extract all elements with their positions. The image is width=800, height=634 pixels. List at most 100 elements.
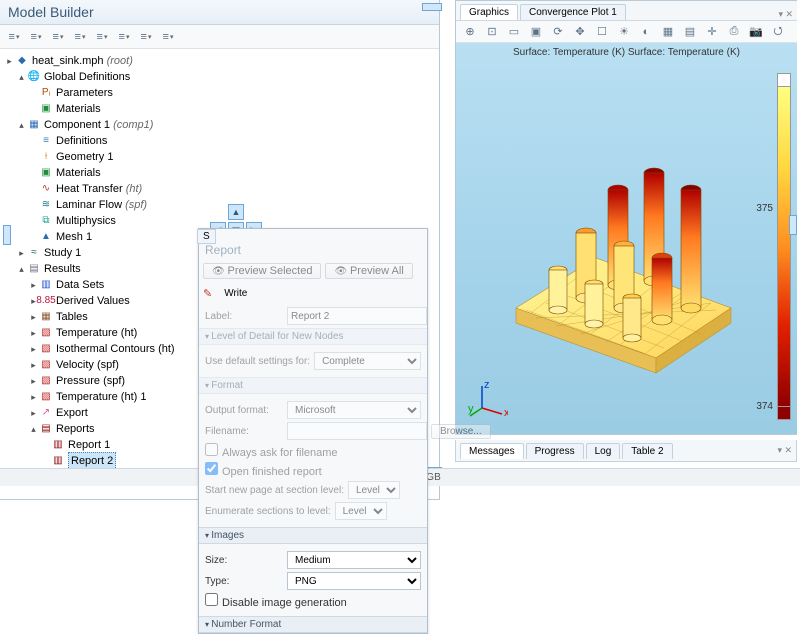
select-icon[interactable]: ☐	[592, 23, 612, 41]
tree-node[interactable]: ▴🌐Global Definitions	[4, 69, 439, 85]
tree-twisty[interactable]: ▸	[28, 357, 39, 373]
preview-selected-button[interactable]: 👁 Preview Selected	[203, 263, 321, 279]
pan-icon[interactable]: ✥	[570, 23, 590, 41]
help-button[interactable]: ≡	[158, 28, 178, 46]
type-label: Type:	[205, 576, 283, 587]
tree-node-icon: ▣	[39, 102, 53, 116]
section-images[interactable]: Images	[199, 527, 427, 544]
graphics-canvas[interactable]: Surface: Temperature (K) Surface: Temper…	[456, 43, 797, 434]
section-level-of-detail[interactable]: Level of Detail for New Nodes	[199, 328, 427, 345]
open-finished-checkbox[interactable]	[205, 462, 218, 475]
transp-icon[interactable]: ◐	[636, 23, 656, 41]
wire-icon[interactable]: ▦	[658, 23, 678, 41]
section-number-format[interactable]: Number Format	[199, 616, 427, 633]
tree-twisty[interactable]: ▸	[28, 405, 39, 421]
rotate-icon[interactable]: ⟳	[548, 23, 568, 41]
tree-node-icon: ▦	[27, 118, 41, 132]
output-format-select[interactable]: Microsoft	[287, 401, 421, 419]
zoom-extents-icon[interactable]: ⊡	[482, 23, 502, 41]
enumerate-label: Enumerate sections to level:	[205, 506, 331, 517]
panel-handle-right[interactable]	[789, 215, 797, 235]
tree-twisty[interactable]: ▸	[4, 53, 15, 69]
tree-node[interactable]: ∿Heat Transfer (ht)	[4, 181, 439, 197]
tree-node-label: Geometry 1	[56, 149, 113, 165]
graphics-tabs: Graphics Convergence Plot 1 ▾ ✕	[456, 1, 797, 21]
tree-twisty[interactable]: ▴	[16, 117, 27, 133]
tree-twisty[interactable]: ▴	[28, 421, 39, 437]
tree-twisty[interactable]: ▸	[28, 341, 39, 357]
nav-back-button[interactable]: ≡	[4, 28, 24, 46]
start-new-select[interactable]: Level	[348, 481, 400, 499]
camera-icon[interactable]: 📷	[746, 23, 766, 41]
filename-input[interactable]	[287, 422, 427, 440]
tree-node[interactable]: PᵢParameters	[4, 85, 439, 101]
tree-node-icon: ▤	[27, 262, 41, 276]
section-format[interactable]: Format	[199, 377, 427, 394]
tree-node-icon: ▧	[39, 342, 53, 356]
heatsink-render	[486, 98, 746, 378]
tab-convergence[interactable]: Convergence Plot 1	[520, 4, 626, 20]
disable-image-checkbox[interactable]	[205, 593, 218, 606]
tree-twisty[interactable]: ▴	[16, 261, 27, 277]
grid-icon[interactable]: ▤	[680, 23, 700, 41]
tree-node-label: Isothermal Contours (ht)	[56, 341, 175, 357]
tree-twisty[interactable]: ▸	[28, 309, 39, 325]
light-icon[interactable]: ☀	[614, 23, 634, 41]
panel-handle-top[interactable]	[422, 3, 442, 11]
enumerate-select[interactable]: Level	[335, 502, 387, 520]
tree-node-icon: ∿	[39, 182, 53, 196]
tree-node-icon: ↗	[39, 406, 53, 420]
tab-graphics[interactable]: Graphics	[460, 4, 518, 20]
filter-button[interactable]: ≡	[92, 28, 112, 46]
tree-twisty[interactable]: ▸	[28, 373, 39, 389]
tree-node[interactable]: ▣Materials	[4, 101, 439, 117]
tree-twisty[interactable]: ▸	[28, 389, 39, 405]
tree-node-icon: ▥	[39, 278, 53, 292]
tree-node-label: Temperature (ht)	[56, 325, 137, 341]
report-label-input[interactable]	[287, 307, 427, 325]
tree-twisty[interactable]: ▸	[28, 325, 39, 341]
zoom-in-icon[interactable]: ⊕	[460, 23, 480, 41]
tree-twisty[interactable]: ▸	[16, 245, 27, 261]
tree-node[interactable]: ≡Definitions	[4, 133, 439, 149]
tabs-menu-icon[interactable]: ▾ ✕	[774, 9, 797, 20]
filename-label: Filename:	[205, 426, 283, 437]
tree-node-label: Multiphysics	[56, 213, 116, 229]
dock-up[interactable]: ▲	[228, 204, 244, 220]
write-button[interactable]: Write	[216, 287, 255, 300]
panel-handle-left[interactable]	[3, 225, 11, 245]
tab-log[interactable]: Log	[586, 443, 621, 459]
tree-node[interactable]: ⟊Geometry 1	[4, 149, 439, 165]
tree-node-label: Derived Values	[56, 293, 130, 309]
expand-button[interactable]: ≡	[48, 28, 68, 46]
preview-all-button[interactable]: 👁 Preview All	[325, 263, 412, 279]
tree-node[interactable]: ▴▦Component 1 (comp1)	[4, 117, 439, 133]
tree-twisty[interactable]: ▸	[28, 277, 39, 293]
browse-button[interactable]: Browse...	[431, 424, 491, 439]
tab-table2[interactable]: Table 2	[622, 443, 672, 459]
tree-node-icon: 🌐	[27, 70, 41, 84]
collapse-button[interactable]: ≡	[114, 28, 134, 46]
tree-node-icon: ▲	[39, 230, 53, 244]
tab-progress[interactable]: Progress	[526, 443, 584, 459]
reset-icon[interactable]: ⭯	[768, 23, 788, 41]
plot-title: Surface: Temperature (K) Surface: Temper…	[456, 47, 797, 58]
print-icon[interactable]: ⎙	[724, 23, 744, 41]
nav-fwd-button[interactable]: ≡	[26, 28, 46, 46]
zoom-sel-icon[interactable]: ▣	[526, 23, 546, 41]
tree-node-label: Materials	[56, 165, 101, 181]
zoom-box-icon[interactable]: ▭	[504, 23, 524, 41]
always-ask-checkbox[interactable]	[205, 443, 218, 456]
tree-node[interactable]: ▸◆heat_sink.mph (root)	[4, 53, 439, 69]
tree-twisty[interactable]: ▴	[16, 69, 27, 85]
size-select[interactable]: Medium	[287, 551, 421, 569]
tree-node-label: Results	[44, 261, 81, 277]
sort-button[interactable]: ≡	[70, 28, 90, 46]
show-button[interactable]: ≡	[136, 28, 156, 46]
axes-icon[interactable]: ✛	[702, 23, 722, 41]
tree-node-icon: ▧	[39, 326, 53, 340]
use-default-select[interactable]: Complete	[314, 352, 421, 370]
bottom-tabs-menu-icon[interactable]: ▾ ✕	[773, 445, 796, 456]
tree-node[interactable]: ▣Materials	[4, 165, 439, 181]
tab-messages[interactable]: Messages	[460, 443, 524, 459]
